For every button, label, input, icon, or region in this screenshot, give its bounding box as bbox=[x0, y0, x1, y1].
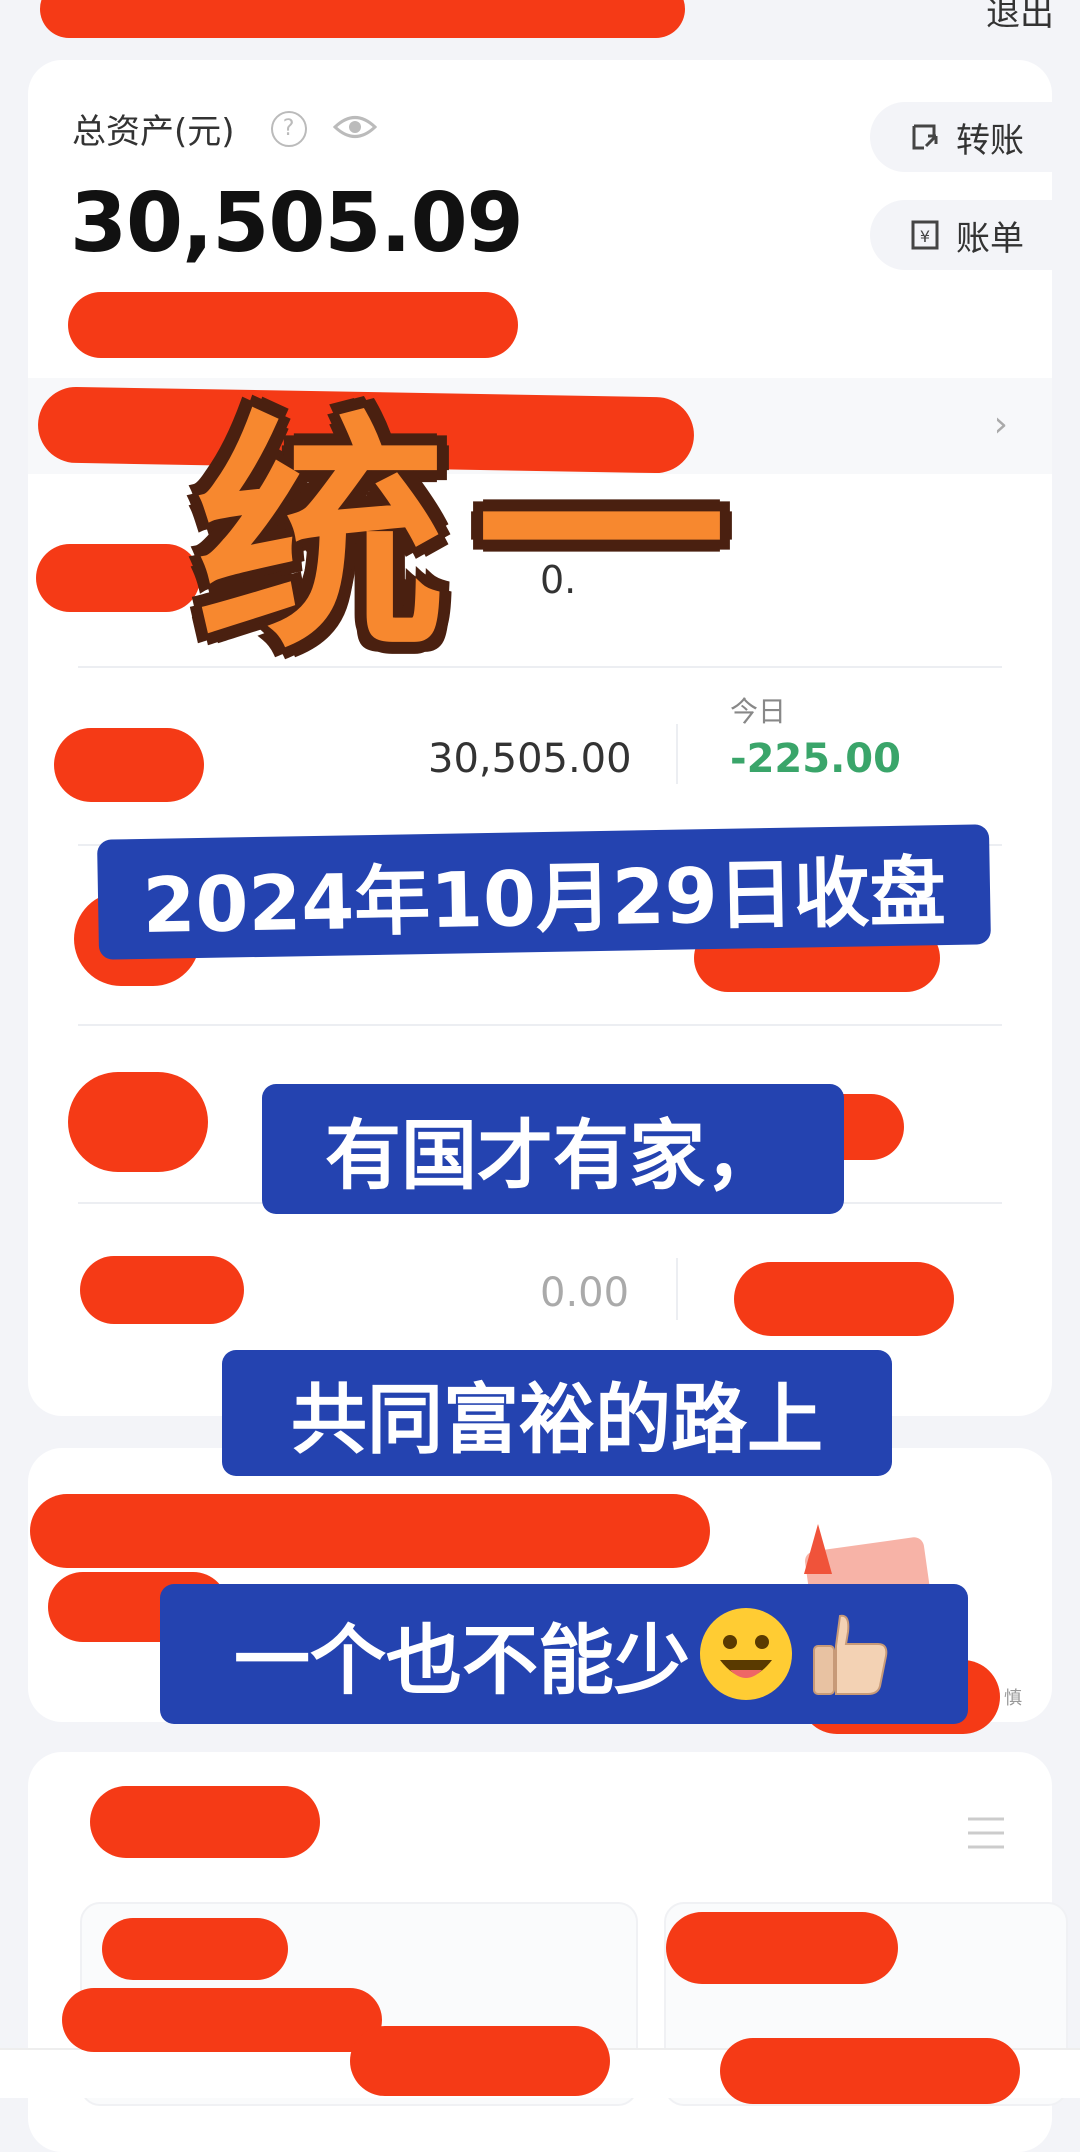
redaction-mark bbox=[102, 1918, 288, 1980]
slogan-line2: 共同富裕的路上 bbox=[222, 1350, 892, 1476]
redaction-mark bbox=[40, 0, 685, 38]
date-banner: 2024年10月29日收盘 bbox=[97, 824, 991, 960]
redaction-mark bbox=[68, 1072, 208, 1172]
eye-icon[interactable] bbox=[332, 112, 377, 146]
logout-button[interactable]: 退出 bbox=[986, 0, 1054, 35]
column-divider bbox=[676, 1258, 678, 1320]
smiley-emoji-icon bbox=[700, 1608, 792, 1700]
redaction-mark bbox=[36, 544, 200, 612]
thumbs-up-emoji-icon bbox=[802, 1608, 894, 1700]
slogan-line3: 一个也不能少 bbox=[160, 1584, 968, 1724]
assets-title-row: 总资产(元) ? bbox=[72, 104, 377, 153]
redaction-mark bbox=[80, 1256, 244, 1324]
slogan-line3-text: 一个也不能少 bbox=[234, 1616, 690, 1705]
transfer-button[interactable]: 转账 bbox=[870, 102, 1052, 172]
redaction-mark bbox=[30, 1494, 710, 1568]
help-icon[interactable]: ? bbox=[270, 110, 307, 147]
assets-title: 总资产(元) bbox=[72, 112, 235, 152]
redaction-mark bbox=[720, 2038, 1020, 2104]
row2-value: 30,505.00 bbox=[428, 736, 632, 782]
transfer-icon bbox=[912, 124, 938, 150]
bill-label: 账单 bbox=[956, 218, 1024, 259]
transfer-label: 转账 bbox=[956, 120, 1024, 161]
redaction-mark bbox=[54, 728, 204, 802]
redaction-mark bbox=[68, 292, 518, 358]
slogan-line1: 有国才有家， bbox=[262, 1084, 844, 1214]
redaction-mark bbox=[62, 1988, 382, 2052]
redaction-mark bbox=[350, 2026, 610, 2096]
redaction-mark bbox=[666, 1912, 898, 1984]
divider bbox=[78, 1024, 1002, 1026]
total-assets-value: 30,505.09 bbox=[70, 176, 524, 271]
today-change-value: -225.00 bbox=[730, 736, 901, 782]
row4-value: 0.00 bbox=[540, 1270, 630, 1316]
menu-icon[interactable] bbox=[966, 1816, 1006, 1854]
today-label: 今日 bbox=[730, 695, 787, 728]
redaction-mark bbox=[734, 1262, 954, 1336]
bill-icon: ¥ bbox=[911, 220, 939, 250]
overlay-big-title: 统一 bbox=[196, 391, 756, 682]
column-divider bbox=[676, 724, 678, 784]
chevron-right-icon: › bbox=[993, 404, 1008, 445]
svg-text:¥: ¥ bbox=[920, 227, 930, 246]
promo-fine-print: 慎 bbox=[1004, 1688, 1022, 1709]
bill-button[interactable]: ¥ 账单 bbox=[870, 200, 1052, 270]
redaction-mark bbox=[90, 1786, 320, 1858]
